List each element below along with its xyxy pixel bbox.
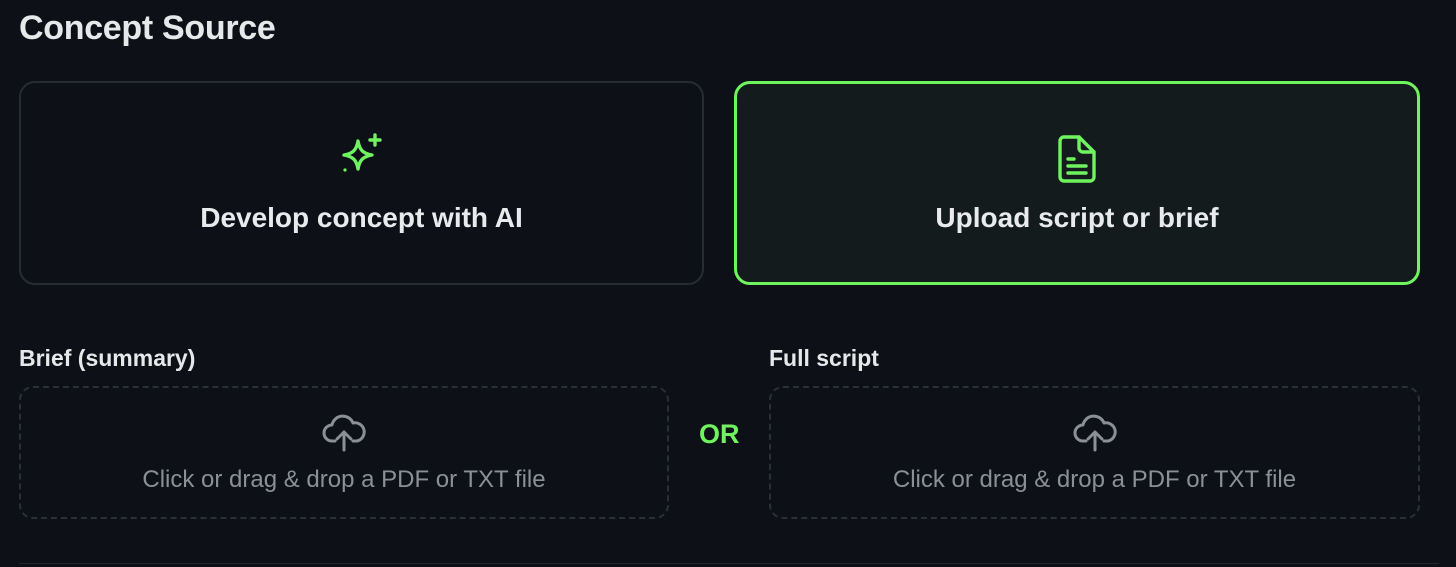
cloud-upload-icon [322,414,366,451]
upload-script-label: Upload script or brief [935,202,1219,233]
develop-concept-ai-label: Develop concept with AI [200,202,523,233]
brief-dropzone[interactable]: Click or drag & drop a PDF or TXT file [19,386,669,519]
upload-script-option[interactable]: Upload script or brief [734,81,1420,285]
sparkles-icon [334,131,390,187]
concept-source-panel: Concept Source Develop concept with AI U… [0,0,1456,567]
full-script-dropzone[interactable]: Click or drag & drop a PDF or TXT file [769,386,1420,519]
develop-concept-ai-option[interactable]: Develop concept with AI [19,81,704,285]
section-title: Concept Source [19,9,276,47]
full-script-label: Full script [769,345,879,371]
full-script-dropzone-hint: Click or drag & drop a PDF or TXT file [892,465,1297,493]
document-icon [1049,131,1105,187]
divider [19,563,1439,564]
or-separator: OR [699,419,740,449]
brief-dropzone-hint: Click or drag & drop a PDF or TXT file [142,465,546,493]
brief-label: Brief (summary) [19,345,196,371]
cloud-upload-icon [1073,414,1117,451]
